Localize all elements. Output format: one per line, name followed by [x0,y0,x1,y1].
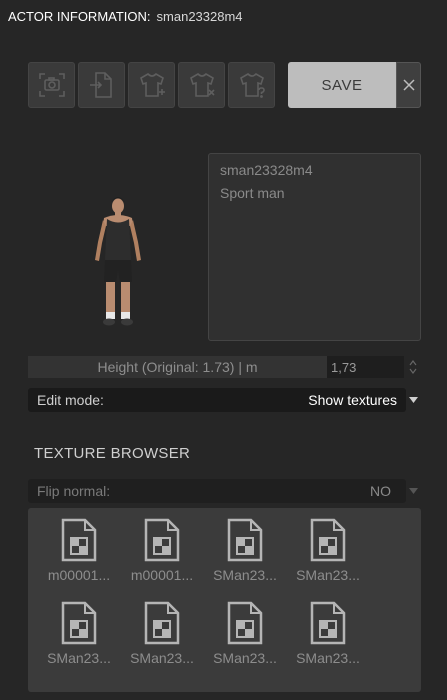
texture-file-icon [310,601,346,645]
chevron-up-icon[interactable] [409,359,417,367]
screenshot-button[interactable] [28,62,75,108]
import-file-icon [89,72,112,98]
texture-file-icon [61,518,97,562]
close-button[interactable] [396,62,421,108]
panel-header: ACTOR INFORMATION: sman23328m4 [8,6,243,26]
texture-grid: m00001... m00001... SMan23... SMan23... … [28,508,421,692]
texture-item[interactable]: SMan23... [204,599,286,681]
texture-item[interactable]: SMan23... [121,599,203,681]
texture-item[interactable]: SMan23... [287,599,369,681]
remove-shirt-icon [189,73,215,97]
add-shirt-icon [139,73,165,97]
texture-name: SMan23... [130,650,194,666]
flip-normal-label: Flip normal: [37,483,111,499]
flip-normal-select[interactable]: Flip normal: NO [28,479,406,503]
actor-figure-icon [95,197,141,326]
texture-name: m00001... [47,567,111,583]
save-button[interactable]: SAVE [288,62,396,108]
edit-mode-label: Edit mode: [37,392,104,408]
texture-name: SMan23... [296,650,360,666]
clothing-help-button[interactable] [228,62,275,108]
texture-item[interactable]: m00001... [121,516,203,598]
remove-clothing-button[interactable] [178,62,225,108]
toolbar [28,62,275,108]
caret-down-icon [409,397,418,403]
texture-file-icon [227,601,263,645]
actor-info-box[interactable]: sman23328m4 Sport man [208,153,421,341]
texture-file-icon [227,518,263,562]
flip-normal-dropdown[interactable] [406,488,421,494]
flip-normal-row: Flip normal: NO [28,479,421,503]
caret-down-icon [409,488,418,494]
edit-mode-value: Show textures [308,392,397,408]
add-clothing-button[interactable] [128,62,175,108]
height-input[interactable]: 1,73 [327,356,404,378]
flip-normal-value: NO [370,483,391,499]
texture-name: SMan23... [296,567,360,583]
actor-name-field: sman23328m4 [220,162,313,178]
texture-name: m00001... [130,567,194,583]
shirt-help-icon [239,73,265,98]
texture-name: SMan23... [213,650,277,666]
actor-preview [86,190,150,332]
texture-browser-title: TEXTURE BROWSER [34,445,191,462]
close-icon [402,79,415,91]
edit-mode-row: Edit mode: Show textures [28,388,421,412]
texture-name: SMan23... [213,567,277,583]
texture-item[interactable]: m00001... [38,516,120,598]
actor-id: sman23328m4 [156,8,243,24]
height-stepper[interactable] [404,356,421,378]
edit-mode-select[interactable]: Edit mode: Show textures [28,388,406,412]
camera-icon [38,73,65,97]
texture-file-icon [144,518,180,562]
texture-file-icon [310,518,346,562]
texture-item[interactable]: SMan23... [38,599,120,681]
import-file-button[interactable] [78,62,125,108]
texture-name: SMan23... [47,650,111,666]
height-row: Height (Original: 1.73) | m 1,73 [28,356,421,378]
texture-item[interactable]: SMan23... [287,516,369,598]
chevron-down-icon[interactable] [409,367,417,375]
actor-description-field: Sport man [220,185,285,201]
texture-item[interactable]: SMan23... [204,516,286,598]
height-label: Height (Original: 1.73) | m [28,356,327,378]
header-label: ACTOR INFORMATION: [8,8,151,24]
texture-file-icon [61,601,97,645]
texture-file-icon [144,601,180,645]
edit-mode-dropdown[interactable] [406,397,421,403]
